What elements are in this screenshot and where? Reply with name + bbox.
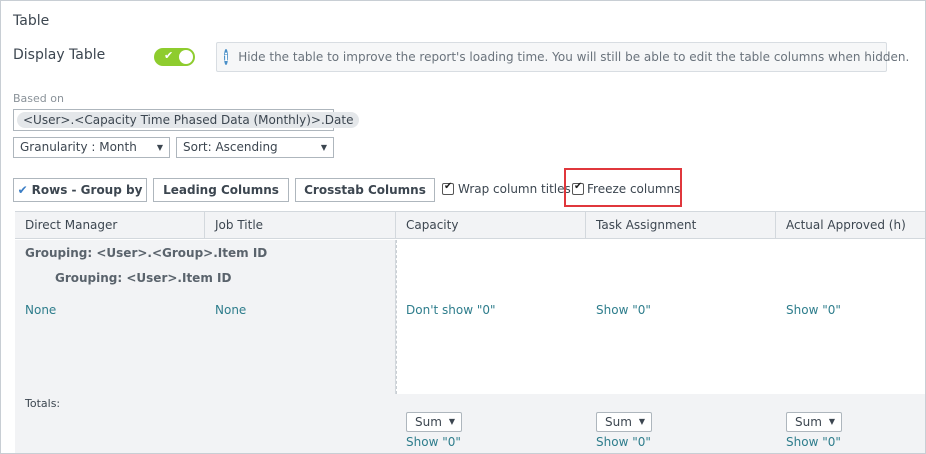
column-header-actual-approved[interactable]: Actual Approved (h) — [776, 212, 925, 239]
sort-value: Sort: Ascending — [183, 140, 278, 154]
check-icon: ✔ — [17, 183, 28, 197]
chevron-down-icon: ▼ — [320, 143, 327, 152]
chevron-down-icon: ▼ — [638, 417, 645, 426]
rows-group-by-label: Rows - Group by — [31, 183, 143, 197]
capacity-option-link[interactable]: Don't show "0" — [406, 303, 496, 317]
actual-approved-totals-show-link[interactable]: Show "0" — [786, 435, 841, 449]
actual-approved-option-link[interactable]: Show "0" — [786, 303, 841, 317]
based-on-field[interactable]: <User>.<Capacity Time Phased Data (Month… — [13, 109, 360, 131]
column-header-direct-manager[interactable]: Direct Manager — [15, 212, 205, 239]
capacity-totals-show-link[interactable]: Show "0" — [406, 435, 461, 449]
toggle-check-icon: ✔ — [164, 49, 174, 62]
granularity-value: Granularity : Month — [20, 140, 137, 154]
crosstab-columns-button[interactable]: Crosstab Columns — [295, 178, 435, 202]
chevron-down-icon: ▼ — [448, 417, 455, 426]
chevron-down-icon: ▼ — [828, 417, 835, 426]
grouping-label-2: Grouping: <User>.Item ID — [55, 271, 232, 285]
totals-label: Totals: — [25, 397, 61, 410]
section-title: Table — [13, 13, 50, 29]
capacity-sum-dropdown[interactable]: Sum ▼ — [406, 412, 462, 432]
task-assignment-totals-show-link[interactable]: Show "0" — [596, 435, 651, 449]
based-on-value[interactable]: <User>.<Capacity Time Phased Data (Month… — [17, 112, 360, 128]
frozen-columns-area — [15, 240, 396, 394]
wrap-column-titles-label[interactable]: Wrap column titles — [458, 182, 571, 196]
task-assignment-sum-dropdown[interactable]: Sum ▼ — [596, 412, 652, 432]
granularity-select[interactable]: Granularity : Month ▼ — [13, 137, 170, 158]
column-header-task-assignment[interactable]: Task Assignment — [586, 212, 776, 239]
toggle-knob — [179, 50, 193, 64]
info-message: i Hide the table to improve the report's… — [216, 42, 909, 72]
based-on-label: Based on — [13, 92, 64, 105]
grouping-label-1: Grouping: <User>.<Group>.Item ID — [25, 246, 268, 260]
info-text: Hide the table to improve the report's l… — [238, 50, 910, 64]
column-header-job-title[interactable]: Job Title — [205, 212, 396, 239]
display-table-toggle[interactable]: ✔ — [154, 48, 195, 66]
table-preview: Direct Manager Job Title Capacity Task A… — [15, 211, 925, 453]
sum-label: Sum — [415, 415, 442, 429]
column-header-capacity[interactable]: Capacity — [396, 212, 586, 239]
sort-select[interactable]: Sort: Ascending ▼ — [176, 137, 334, 158]
sum-label: Sum — [605, 415, 632, 429]
rows-group-by-button[interactable]: ✔ Rows - Group by — [13, 178, 147, 202]
task-assignment-option-link[interactable]: Show "0" — [596, 303, 651, 317]
sum-label: Sum — [795, 415, 822, 429]
direct-manager-option-link[interactable]: None — [25, 303, 56, 317]
leading-columns-button[interactable]: Leading Columns — [153, 178, 289, 202]
wrap-column-titles-checkbox[interactable] — [442, 181, 454, 195]
display-table-label: Display Table — [13, 47, 106, 63]
column-divider — [396, 240, 397, 394]
table-settings-panel: Table Display Table ✔ i Hide the table t… — [0, 0, 926, 454]
chevron-down-icon: ▼ — [156, 143, 163, 152]
table-header-row: Direct Manager Job Title Capacity Task A… — [15, 212, 925, 239]
actual-approved-sum-dropdown[interactable]: Sum ▼ — [786, 412, 842, 432]
job-title-option-link[interactable]: None — [215, 303, 246, 317]
freeze-columns-highlight — [564, 168, 682, 207]
info-icon: i — [224, 49, 229, 65]
